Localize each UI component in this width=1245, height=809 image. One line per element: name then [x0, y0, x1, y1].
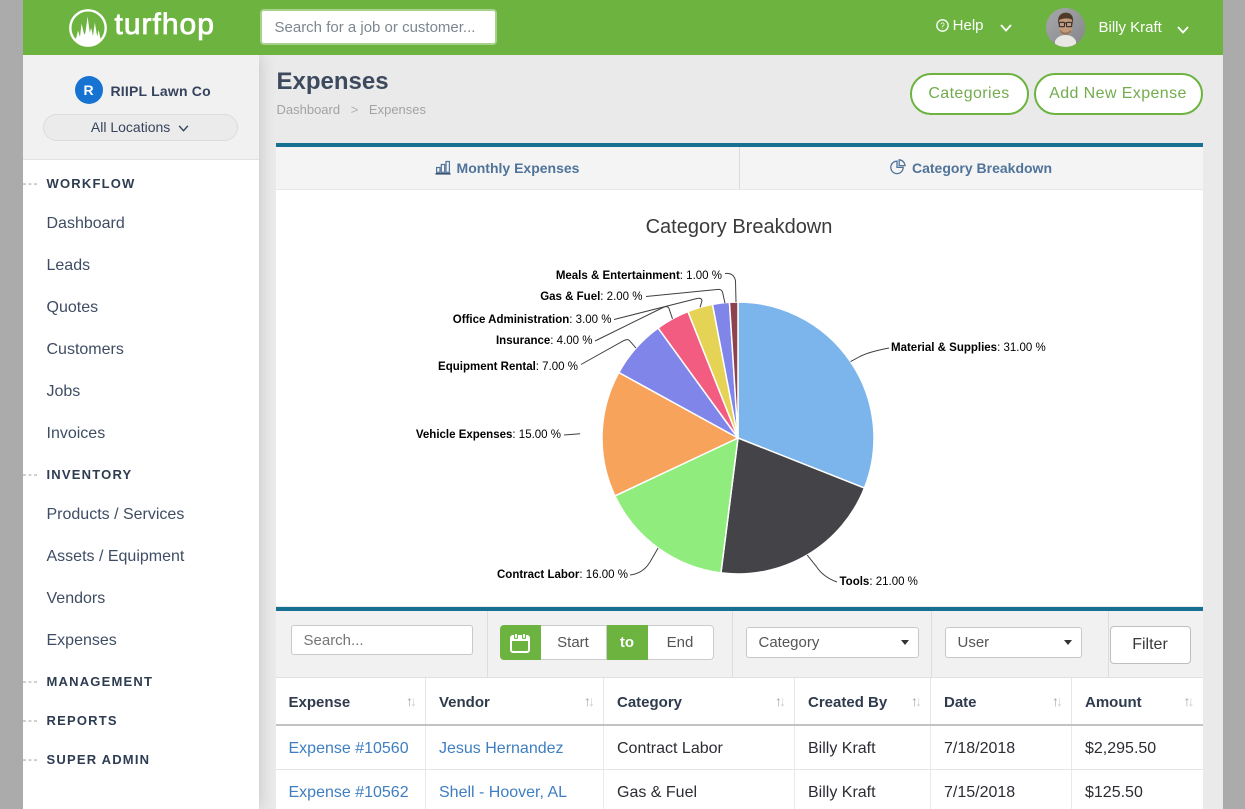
svg-text:Gas & Fuel: 2.00 %: Gas & Fuel: 2.00 %	[540, 291, 642, 303]
svg-text:Office Administration: 3.00 %: Office Administration: 3.00 %	[452, 314, 611, 326]
svg-text:Tools: 21.00 %: Tools: 21.00 %	[839, 576, 917, 588]
svg-text:Material & Supplies: 31.00 %: Material & Supplies: 31.00 %	[891, 342, 1046, 354]
svg-text:Vehicle Expenses: 15.00 %: Vehicle Expenses: 15.00 %	[415, 429, 560, 441]
svg-text:Category Breakdown: Category Breakdown	[645, 216, 832, 238]
svg-text:Equipment Rental: 7.00 %: Equipment Rental: 7.00 %	[438, 361, 578, 373]
svg-text:?: ?	[940, 21, 945, 30]
svg-text:Meals & Entertainment: 1.00 %: Meals & Entertainment: 1.00 %	[555, 270, 721, 282]
svg-text:Contract Labor: 16.00 %: Contract Labor: 16.00 %	[496, 569, 627, 581]
svg-text:Insurance: 4.00 %: Insurance: 4.00 %	[495, 335, 592, 347]
